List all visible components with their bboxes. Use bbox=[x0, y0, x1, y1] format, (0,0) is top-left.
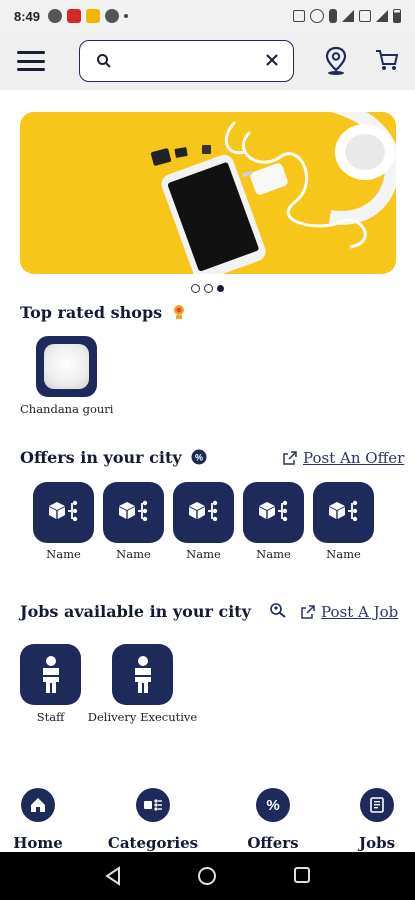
carousel-dot[interactable] bbox=[204, 284, 213, 293]
nav-home-label: Home bbox=[13, 834, 63, 852]
nav-jobs[interactable]: Jobs bbox=[359, 788, 395, 852]
bluetooth-icon bbox=[329, 9, 337, 23]
svg-text:%: % bbox=[195, 453, 203, 463]
location-pin-icon[interactable] bbox=[324, 46, 348, 76]
home-button-icon[interactable] bbox=[197, 866, 217, 886]
categories-icon bbox=[187, 498, 221, 528]
nav-categories[interactable]: Categories bbox=[108, 788, 198, 852]
back-icon[interactable] bbox=[104, 866, 122, 886]
offer-name: Name bbox=[256, 547, 291, 561]
post-job-link[interactable]: Post A Job bbox=[301, 603, 398, 621]
post-offer-label: Post An Offer bbox=[303, 449, 405, 467]
job-tile[interactable] bbox=[112, 644, 173, 705]
system-navigation-bar bbox=[0, 852, 415, 900]
search-icon bbox=[97, 54, 111, 68]
nfc-icon bbox=[293, 10, 305, 22]
job-name: Delivery Executive bbox=[87, 710, 198, 724]
offers-title-row: Offers in your city % bbox=[20, 448, 207, 467]
data-icon bbox=[359, 10, 371, 22]
offers-title: Offers in your city bbox=[20, 448, 182, 467]
worker-icon bbox=[134, 655, 151, 693]
worker-icon bbox=[42, 655, 59, 693]
bottom-navigation: Home Categories % Offers Jobs bbox=[0, 780, 415, 852]
nav-categories-label: Categories bbox=[107, 834, 199, 852]
post-offer-link[interactable]: Post An Offer bbox=[283, 449, 404, 467]
battery-icon bbox=[393, 9, 401, 23]
top-app-bar bbox=[0, 32, 415, 90]
carousel-dot-active[interactable] bbox=[217, 285, 224, 292]
job-name: Staff bbox=[36, 710, 65, 724]
whatsapp-icon bbox=[48, 9, 63, 23]
offer-name: Name bbox=[46, 547, 81, 561]
more-notifications-icon bbox=[124, 14, 129, 18]
system-status-icons bbox=[293, 9, 401, 23]
external-link-icon bbox=[283, 451, 297, 465]
offer-tile[interactable] bbox=[313, 482, 374, 543]
close-icon[interactable] bbox=[265, 53, 279, 67]
offer-tile[interactable] bbox=[243, 482, 304, 543]
offer-name: Name bbox=[116, 547, 151, 561]
alarm-icon bbox=[310, 9, 324, 23]
home-icon bbox=[21, 788, 55, 822]
search-input[interactable] bbox=[120, 49, 260, 73]
app-notification-icon bbox=[67, 9, 82, 23]
jobs-icon bbox=[360, 788, 394, 822]
top-rated-title-row: Top rated shops bbox=[20, 303, 186, 322]
carousel-dot[interactable] bbox=[191, 284, 200, 293]
status-time: 8:49 bbox=[14, 8, 41, 24]
nav-offers[interactable]: % Offers bbox=[247, 788, 299, 852]
search-person-icon bbox=[269, 603, 286, 618]
percent-icon: % bbox=[256, 788, 290, 822]
cart-icon[interactable] bbox=[374, 47, 400, 73]
nav-offers-label: Offers bbox=[247, 834, 299, 852]
nav-jobs-label: Jobs bbox=[358, 834, 396, 852]
trophy-icon bbox=[173, 305, 184, 319]
offer-name: Name bbox=[326, 547, 361, 561]
job-tile[interactable] bbox=[20, 644, 81, 705]
search-bar[interactable] bbox=[79, 40, 294, 82]
jobs-title: Jobs available in your city bbox=[20, 602, 251, 621]
signal-icon bbox=[376, 10, 388, 22]
jobs-title-row: Jobs available in your city bbox=[20, 602, 287, 621]
notification-icons bbox=[48, 9, 129, 23]
top-rated-title: Top rated shops bbox=[20, 303, 163, 322]
check-icon bbox=[86, 9, 101, 23]
shop-logo bbox=[44, 344, 89, 389]
offer-tile[interactable] bbox=[103, 482, 164, 543]
menu-icon[interactable] bbox=[17, 51, 45, 71]
shop-name: Chandana gouri bbox=[20, 402, 114, 416]
categories-icon bbox=[257, 498, 291, 528]
recents-icon[interactable] bbox=[293, 866, 311, 884]
percent-badge-icon: % bbox=[191, 449, 207, 465]
categories-icon bbox=[327, 498, 361, 528]
offer-name: Name bbox=[186, 547, 221, 561]
app-icon bbox=[105, 9, 120, 23]
post-job-label: Post A Job bbox=[321, 603, 399, 621]
wifi-icon bbox=[342, 10, 354, 22]
status-bar: 8:49 bbox=[0, 0, 415, 32]
external-link-icon bbox=[301, 605, 315, 619]
promo-banner[interactable] bbox=[20, 112, 396, 274]
categories-icon bbox=[136, 788, 170, 822]
svg-text:%: % bbox=[266, 797, 279, 814]
banner-image bbox=[20, 112, 396, 274]
categories-icon bbox=[47, 498, 81, 528]
offer-tile[interactable] bbox=[173, 482, 234, 543]
carousel-indicator bbox=[0, 284, 415, 293]
offer-tile[interactable] bbox=[33, 482, 94, 543]
nav-home[interactable]: Home bbox=[13, 788, 63, 852]
categories-icon bbox=[117, 498, 151, 528]
shop-tile[interactable] bbox=[36, 336, 97, 397]
